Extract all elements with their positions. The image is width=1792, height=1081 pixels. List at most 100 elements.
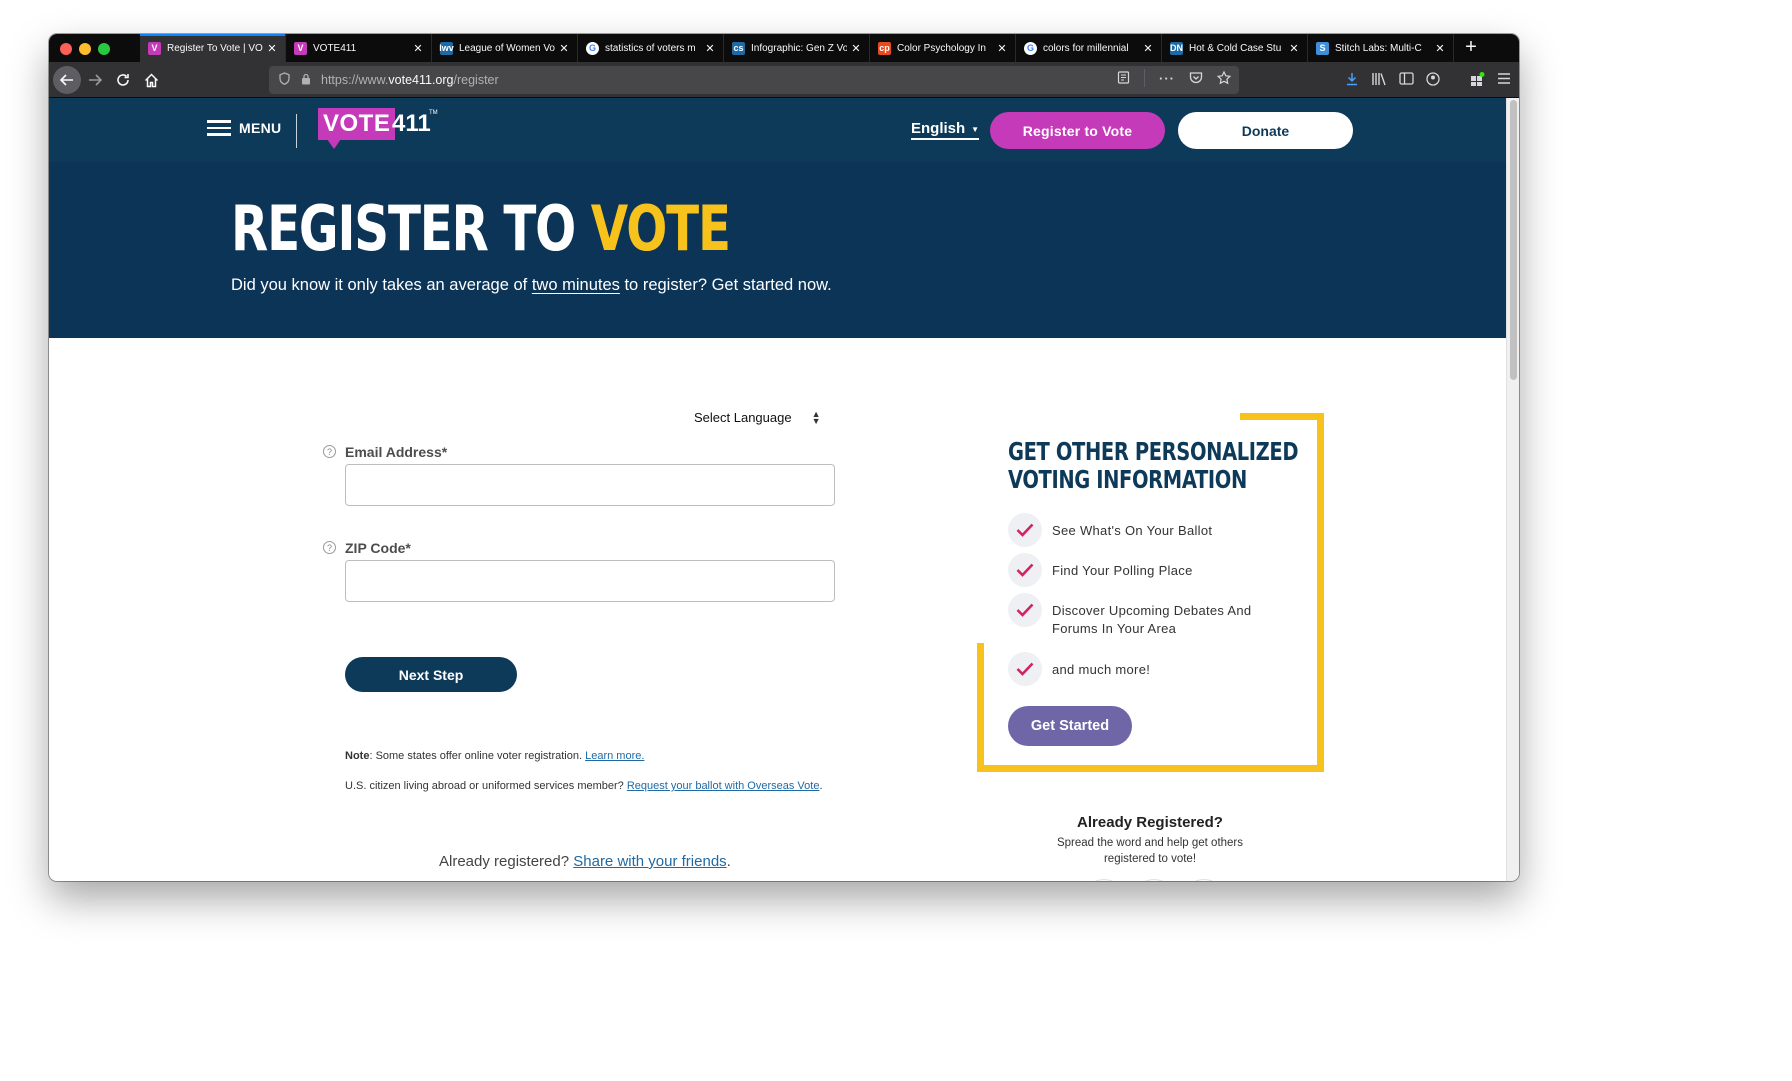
reload-button[interactable] <box>109 66 137 94</box>
overseas-vote-link[interactable]: Request your ballot with Overseas Vote <box>627 780 820 792</box>
browser-tab[interactable]: V Register To Vote | VOTE411✕ <box>140 34 286 62</box>
browser-tab[interactable]: V VOTE411 ✕ <box>286 34 432 62</box>
tab-title: colors for millennial <box>1043 42 1129 54</box>
home-icon <box>144 72 158 87</box>
browser-tab[interactable]: S Stitch Labs: Multi-C ✕ <box>1308 34 1454 62</box>
zip-code-field[interactable] <box>345 560 835 602</box>
extensions-icon[interactable] <box>1470 72 1485 90</box>
close-tab-icon[interactable]: ✕ <box>847 42 865 55</box>
close-tab-icon[interactable]: ✕ <box>263 42 281 55</box>
pocket-icon[interactable] <box>1189 71 1203 88</box>
new-tab-button[interactable]: + <box>1461 36 1481 59</box>
checkmark-icon <box>1008 652 1042 686</box>
minimize-window-button[interactable] <box>79 43 91 55</box>
address-bar[interactable]: https://www.vote411.org/register ··· <box>269 66 1239 94</box>
tab-title: Hot & Cold Case Stu <box>1189 42 1282 54</box>
web-page: MENU VOTE 411 TM English ▼ Register to Vo… <box>49 98 1506 881</box>
caret-down-icon: ▼ <box>971 124 980 134</box>
perk-item: Find Your Polling Place <box>1008 553 1282 587</box>
close-tab-icon[interactable]: ✕ <box>555 42 573 55</box>
learn-more-link[interactable]: Learn more. <box>585 750 644 762</box>
hero-banner: REGISTER TO VOTE Did you know it only ta… <box>49 162 1506 338</box>
lock-icon[interactable] <box>301 73 315 88</box>
logo-vote-text: VOTE <box>318 108 396 140</box>
page-actions-icon[interactable]: ··· <box>1159 71 1175 88</box>
account-icon[interactable] <box>1426 72 1440 90</box>
header-register-button[interactable]: Register to Vote <box>990 112 1165 149</box>
browser-tab[interactable]: DN Hot & Cold Case Stu ✕ <box>1162 34 1308 62</box>
zoom-window-button[interactable] <box>98 43 110 55</box>
already-registered-heading: Already Registered? <box>1077 814 1223 831</box>
scrollbar-thumb[interactable] <box>1510 100 1517 380</box>
email-field[interactable] <box>345 464 835 506</box>
navigation-toolbar: https://www.vote411.org/register ··· <box>49 62 1519 98</box>
close-window-button[interactable] <box>60 43 72 55</box>
share-with-friends-link[interactable]: Share with your friends <box>573 853 726 870</box>
tab-title: Register To Vote | VOTE411 <box>167 42 263 54</box>
reader-view-icon[interactable] <box>1117 71 1130 88</box>
tab-favicon-icon: V <box>294 41 307 55</box>
home-button[interactable] <box>137 66 165 94</box>
perk-item: and much more! <box>1008 652 1282 686</box>
help-icon[interactable]: ? <box>323 445 336 458</box>
tab-favicon-icon: cs <box>732 41 745 55</box>
language-label: English <box>911 120 966 137</box>
twitter-share-button[interactable] <box>1133 879 1175 881</box>
browser-tab[interactable]: Gcolors for millennial ✕ <box>1016 34 1162 62</box>
overseas-note: U.S. citizen living abroad or uniformed … <box>345 780 823 792</box>
browser-tab[interactable]: Gstatistics of voters m ✕ <box>578 34 724 62</box>
shield-icon[interactable] <box>279 72 293 88</box>
updown-arrows-icon: ▲ ▼ <box>811 408 821 426</box>
tab-favicon-icon: cp <box>878 41 891 55</box>
tab-title: Stitch Labs: Multi-C <box>1335 42 1422 54</box>
back-button[interactable] <box>53 66 81 94</box>
menu-label: MENU <box>239 120 282 136</box>
forward-button[interactable] <box>81 66 109 94</box>
online-registration-note: Note: Some states offer online voter reg… <box>345 750 645 762</box>
tab-favicon-icon: S <box>1316 41 1329 55</box>
get-started-button[interactable]: Get Started <box>1008 706 1132 746</box>
arrow-right-icon <box>89 74 102 86</box>
close-tab-icon[interactable]: ✕ <box>1285 42 1303 55</box>
hamburger-icon <box>207 120 231 136</box>
browser-tab[interactable]: cs Infographic: Gen Z Vo ✕ <box>724 34 870 62</box>
site-header: MENU VOTE 411 TM English ▼ Register to Vo… <box>49 98 1506 162</box>
tab-favicon-icon: V <box>148 41 161 55</box>
perk-item: See What's On Your Ballot <box>1008 513 1282 547</box>
close-tab-icon[interactable]: ✕ <box>409 42 427 55</box>
tab-title: League of Women Voters <box>459 42 555 54</box>
tab-favicon-icon: G <box>586 41 599 55</box>
share-prompt: Already registered? Share with your frie… <box>439 853 731 870</box>
help-icon[interactable]: ? <box>323 541 336 554</box>
browser-tab[interactable]: lwv League of Women Voters✕ <box>432 34 578 62</box>
browser-tab[interactable]: cp Color Psychology In ✕ <box>870 34 1016 62</box>
select-language-dropdown[interactable]: Select Language ▲ ▼ <box>694 408 821 426</box>
reload-icon <box>117 74 129 86</box>
app-menu-icon[interactable] <box>1497 72 1511 90</box>
copy-link-button[interactable] <box>1183 879 1225 881</box>
close-tab-icon[interactable]: ✕ <box>701 42 719 55</box>
close-tab-icon[interactable]: ✕ <box>1431 42 1449 55</box>
sidebar-icon[interactable] <box>1399 72 1414 90</box>
select-language-label: Select Language <box>694 410 792 425</box>
tab-title: VOTE411 <box>313 42 357 54</box>
two-minutes-link[interactable]: two minutes <box>532 276 620 294</box>
tab-title: Color Psychology In <box>897 42 986 54</box>
page-title: REGISTER TO VOTE <box>231 192 731 265</box>
logo-speech-tail <box>327 139 341 149</box>
facebook-share-button[interactable] <box>1083 879 1125 881</box>
downloads-icon[interactable] <box>1345 72 1359 90</box>
url-text[interactable]: https://www.vote411.org/register <box>321 73 499 87</box>
bookmark-star-icon[interactable] <box>1216 70 1232 88</box>
page-scrollbar[interactable] <box>1506 98 1519 881</box>
next-step-button[interactable]: Next Step <box>345 657 517 692</box>
library-icon[interactable] <box>1371 72 1387 90</box>
panel-title: GET OTHER PERSONALIZED VOTING INFORMATIO… <box>1008 437 1299 494</box>
donate-button[interactable]: Donate <box>1178 112 1353 149</box>
menu-button[interactable]: MENU <box>207 120 281 136</box>
checkmark-icon <box>1008 513 1042 547</box>
close-tab-icon[interactable]: ✕ <box>993 42 1011 55</box>
language-dropdown[interactable]: English ▼ <box>911 120 980 140</box>
tab-favicon-icon: lwv <box>439 41 454 55</box>
close-tab-icon[interactable]: ✕ <box>1139 42 1157 55</box>
